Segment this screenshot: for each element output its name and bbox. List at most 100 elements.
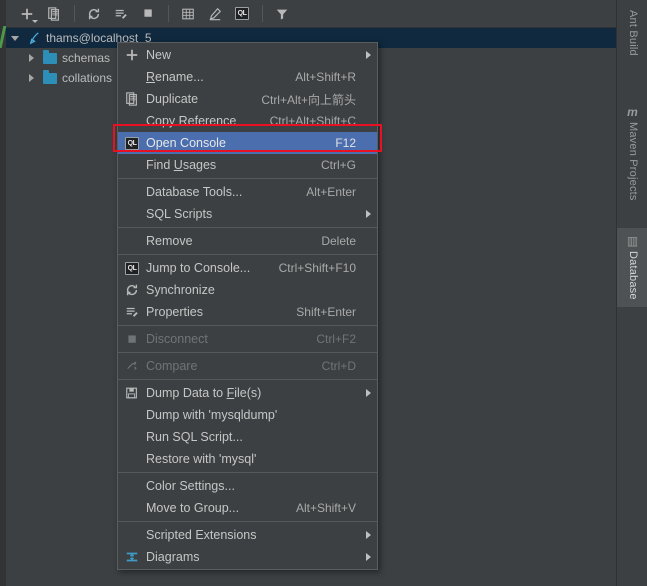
ide-window: QL thams@localhost_5 schemas collations An… [0, 0, 647, 586]
add-button[interactable] [14, 2, 40, 26]
menu-item-label: Dump with 'mysqldump' [146, 408, 278, 422]
duplicate-icon [122, 89, 142, 109]
synchronize-button[interactable] [81, 2, 107, 26]
menu-separator [118, 379, 377, 380]
menu-item-compare[interactable]: Compare Ctrl+D [118, 355, 377, 377]
tool-window-button-maven-projects[interactable]: m Maven Projects [617, 99, 647, 217]
menu-item-label: Diagrams [146, 550, 200, 564]
separator-2 [168, 5, 169, 22]
menu-item-shortcut: Delete [321, 234, 356, 248]
menu-separator [118, 227, 377, 228]
menu-item-label: Jump to Console... [146, 261, 251, 275]
menu-item-label: Scripted Extensions [146, 528, 257, 542]
menu-item-dump-with-mysqldump[interactable]: Dump with 'mysqldump' [118, 404, 377, 426]
chevron-right-icon [366, 553, 371, 561]
sql-console-icon: QL [122, 258, 142, 278]
separator-1 [74, 5, 75, 22]
menu-item-label: Copy Reference [146, 114, 237, 128]
menu-item-synchronize[interactable]: Synchronize [118, 279, 377, 301]
filter-button[interactable] [269, 2, 295, 26]
compare-icon [122, 356, 142, 376]
menu-item-find-usages[interactable]: Find Usages Ctrl+G [118, 154, 377, 176]
menu-item-shortcut: Alt+Shift+V [295, 501, 356, 515]
menu-item-properties[interactable]: Properties Shift+Enter [118, 301, 377, 323]
tool-window-button-database[interactable]: ▥ Database [617, 227, 647, 307]
database-toolbar: QL [6, 0, 616, 28]
menu-item-label: Find Usages [146, 158, 217, 172]
menu-separator [118, 178, 377, 179]
right-tool-window-bar: Ant Build m Maven Projects ▥ Database [616, 0, 647, 586]
menu-item-jump-to-console[interactable]: QL Jump to Console... Ctrl+Shift+F10 [118, 257, 377, 279]
menu-item-icon-none [122, 525, 142, 545]
datasource-icon [24, 28, 44, 48]
menu-item-database-tools[interactable]: Database Tools... Alt+Enter [118, 181, 377, 203]
menu-separator [118, 254, 377, 255]
menu-item-label: Database Tools... [146, 185, 243, 199]
menu-item-shortcut: Ctrl+Alt+Shift+C [269, 114, 356, 128]
database-icon: ▥ [626, 233, 639, 248]
menu-item-label: New [146, 48, 172, 62]
menu-item-run-sql-script[interactable]: Run SQL Script... [118, 426, 377, 448]
menu-item-icon-none [122, 204, 142, 224]
chevron-right-icon [366, 531, 371, 539]
menu-item-restore-with-mysql[interactable]: Restore with 'mysql' [118, 448, 377, 470]
properties-icon [122, 302, 142, 322]
menu-item-label: Open Console [146, 136, 226, 150]
menu-item-shortcut: Shift+Enter [296, 305, 356, 319]
chevron-down-icon [32, 19, 38, 23]
menu-item-shortcut: F12 [335, 136, 356, 150]
stop-button[interactable] [135, 2, 161, 26]
menu-item-diagrams[interactable]: Diagrams [118, 546, 377, 568]
menu-item-icon-none [122, 498, 142, 518]
menu-item-shortcut: Ctrl+Alt+向上箭头 [261, 92, 356, 107]
menu-item-scripted-extensions[interactable]: Scripted Extensions [118, 524, 377, 546]
menu-item-copy-reference[interactable]: Copy Reference Ctrl+Alt+Shift+C [118, 110, 377, 132]
menu-item-icon-none [122, 182, 142, 202]
menu-item-icon-none [122, 67, 142, 87]
save-floppy-icon [122, 383, 142, 403]
menu-item-new[interactable]: New [118, 44, 377, 66]
tree-twisty-toggle[interactable] [22, 48, 40, 68]
folder-icon [40, 68, 60, 88]
menu-item-label: Compare [146, 359, 198, 373]
datasource-context-menu[interactable]: New Rename... Alt+Shift+R Duplicate Ctrl+Alt… [117, 42, 378, 570]
menu-item-shortcut: Alt+Enter [306, 185, 356, 199]
copy-datasource-button[interactable] [41, 2, 67, 26]
chevron-right-icon [366, 51, 371, 59]
tree-twisty-toggle[interactable] [22, 68, 40, 88]
menu-item-open-console[interactable]: QL Open Console F12 [118, 132, 377, 154]
menu-item-disconnect[interactable]: Disconnect Ctrl+F2 [118, 328, 377, 350]
menu-item-move-to-group[interactable]: Move to Group... Alt+Shift+V [118, 497, 377, 519]
menu-item-dump-data-to-file-s[interactable]: Dump Data to File(s) [118, 382, 377, 404]
menu-item-icon-none [122, 231, 142, 251]
sql-console-icon: QL [235, 7, 249, 20]
plus-icon [122, 45, 142, 65]
tool-window-label: Database [627, 250, 639, 300]
tree-twisty-toggle[interactable] [6, 28, 24, 48]
sql-console-icon: QL [122, 133, 142, 153]
maven-icon: m [627, 105, 638, 120]
properties-button[interactable] [108, 2, 134, 26]
tool-window-label: Ant Build [627, 10, 639, 56]
menu-item-shortcut: Ctrl+Shift+F10 [278, 261, 356, 275]
menu-item-remove[interactable]: Remove Delete [118, 230, 377, 252]
menu-item-label: Color Settings... [146, 479, 235, 493]
menu-item-label: Dump Data to File(s) [146, 386, 262, 400]
menu-item-rename[interactable]: Rename... Alt+Shift+R [118, 66, 377, 88]
menu-item-sql-scripts[interactable]: SQL Scripts [118, 203, 377, 225]
table-editor-button[interactable] [175, 2, 201, 26]
menu-item-icon-none [122, 476, 142, 496]
menu-item-shortcut: Ctrl+G [320, 158, 356, 172]
sql-console-icon: QL [125, 261, 139, 275]
tool-window-button-ant-build[interactable]: Ant Build [617, 4, 647, 89]
separator-3 [262, 5, 263, 22]
modify-button[interactable] [202, 2, 228, 26]
menu-separator [118, 472, 377, 473]
open-console-button[interactable]: QL [229, 2, 255, 26]
menu-item-color-settings[interactable]: Color Settings... [118, 475, 377, 497]
menu-item-icon-none [122, 427, 142, 447]
menu-item-label: SQL Scripts [146, 207, 213, 221]
menu-separator [118, 521, 377, 522]
menu-item-duplicate[interactable]: Duplicate Ctrl+Alt+向上箭头 [118, 88, 377, 110]
menu-item-icon-none [122, 449, 142, 469]
